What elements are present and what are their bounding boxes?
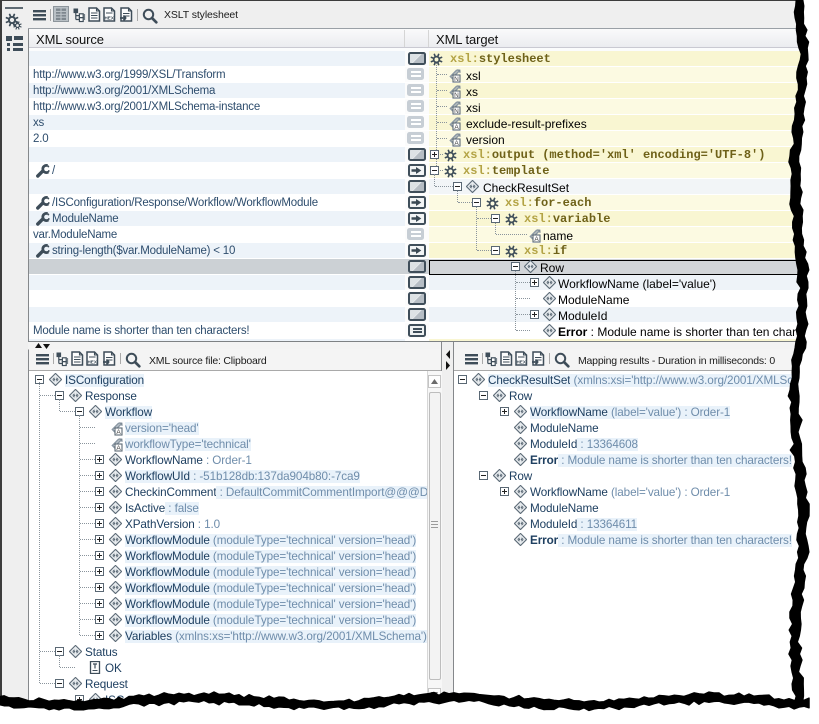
svg-text:HEX: HEX <box>87 360 97 365</box>
svg-text:A: A <box>116 445 121 452</box>
svg-text:A: A <box>454 124 459 131</box>
svg-text:N: N <box>454 76 459 83</box>
svg-text:HEX: HEX <box>516 360 526 365</box>
svg-text:N: N <box>454 108 459 115</box>
svg-text:A: A <box>116 429 121 436</box>
svg-text:HEX: HEX <box>104 16 114 21</box>
svg-text:A: A <box>534 236 539 243</box>
svg-text:N: N <box>454 92 459 99</box>
svg-text:A: A <box>454 140 459 147</box>
